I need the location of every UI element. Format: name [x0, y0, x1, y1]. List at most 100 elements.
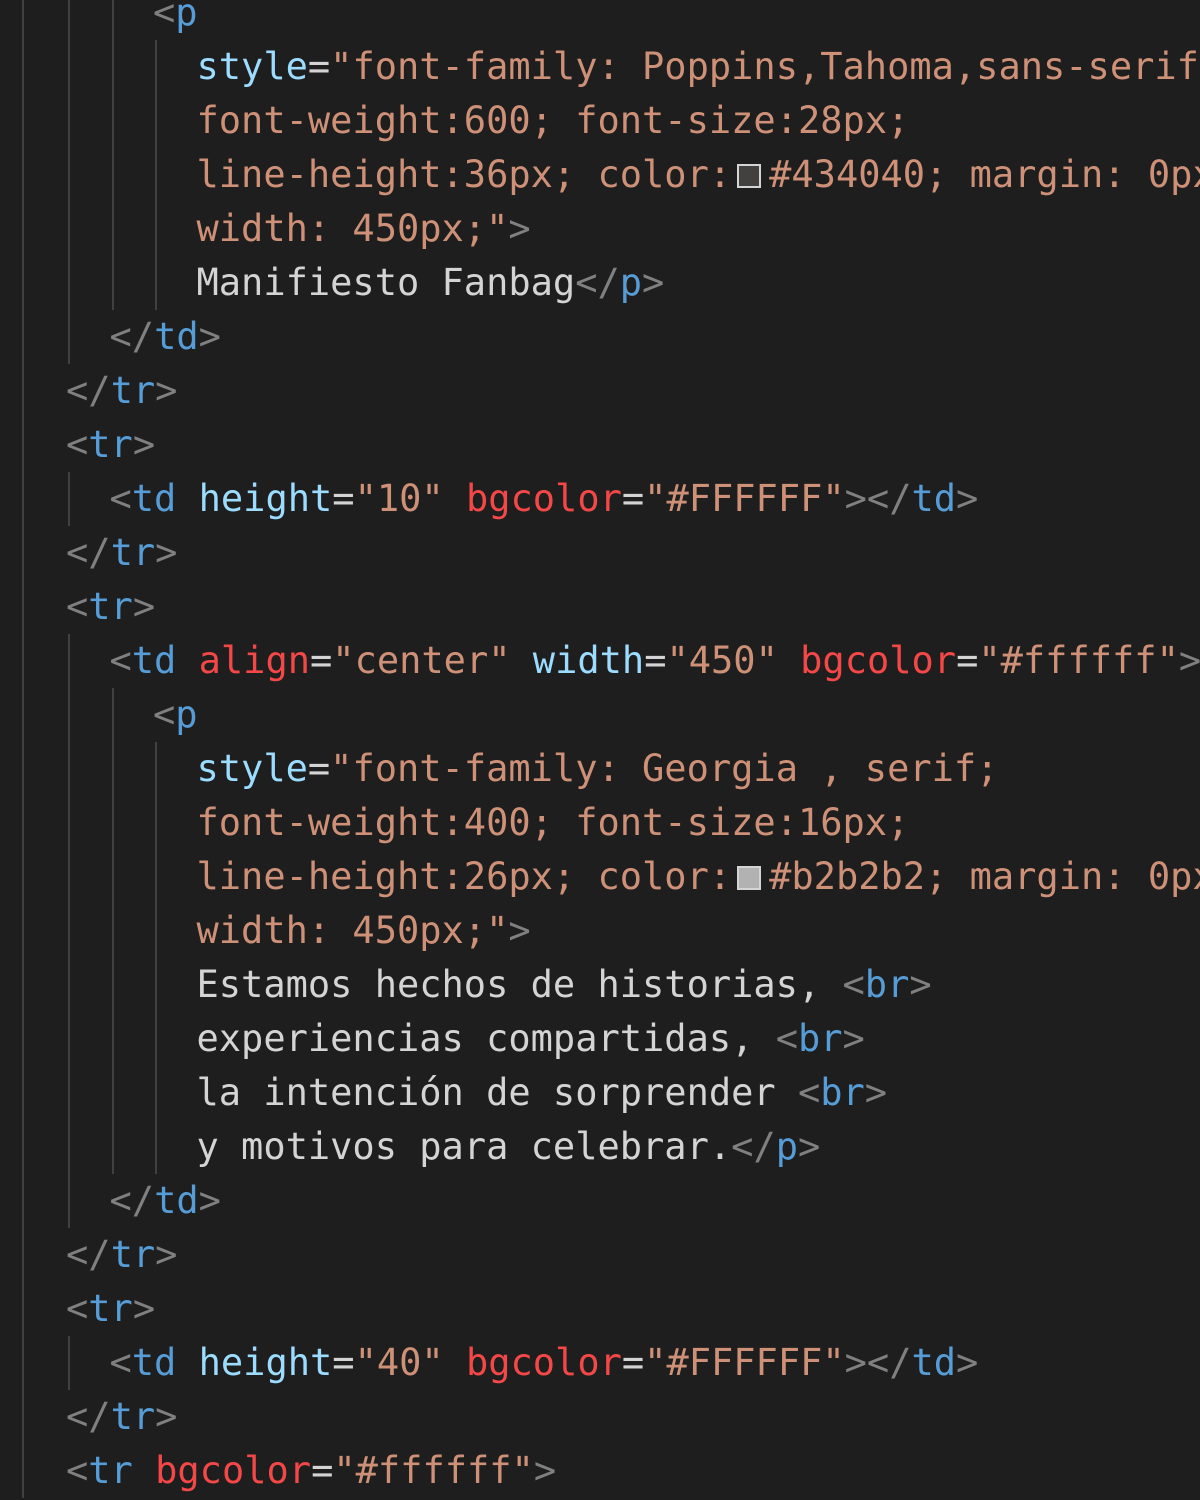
- code-token-text: =: [956, 639, 979, 682]
- code-token-attr: style: [196, 45, 308, 88]
- code-token-tag: p: [619, 261, 643, 304]
- code-token-tag: tr: [110, 1395, 156, 1438]
- code-token-punct: </: [66, 1233, 111, 1276]
- code-token-punct: >: [198, 1179, 221, 1222]
- code-token-text: =: [310, 639, 333, 682]
- code-token-punct: </: [66, 369, 111, 412]
- code-line[interactable]: width: 450px;">: [197, 202, 531, 256]
- code-token-attr-red: bgcolor: [465, 477, 622, 520]
- code-token-punct: <: [66, 1287, 89, 1330]
- code-token-tag: td: [154, 315, 199, 358]
- indent-guide: [68, 472, 70, 526]
- code-token-tag: br: [864, 963, 910, 1006]
- code-token-string: "font-family: Poppins,Tahoma,sans-serif;: [330, 45, 1200, 88]
- code-token-string: "#ffffff": [978, 639, 1179, 682]
- indent-guide: [111, 0, 114, 310]
- code-line[interactable]: <td align="center" width="450" bgcolor="…: [110, 634, 1200, 688]
- code-token-punct: >: [642, 261, 665, 304]
- code-line[interactable]: y motivos para celebrar.</p>: [197, 1120, 821, 1174]
- code-token-tag: tr: [110, 369, 156, 412]
- code-line[interactable]: </tr>: [66, 1390, 177, 1444]
- code-line[interactable]: <tr>: [66, 418, 155, 472]
- code-token-string: "#FFFFFF": [644, 1341, 845, 1384]
- code-line[interactable]: line-height:26px; color: #b2b2b2; margin:…: [197, 850, 1200, 904]
- code-token-tag: td: [131, 477, 177, 520]
- code-token-punct: >: [155, 531, 178, 574]
- code-token-punct: >: [132, 585, 156, 628]
- code-token-punct: <: [153, 693, 176, 736]
- code-line[interactable]: <td height="40" bgcolor="#FFFFFF"></td>: [110, 1336, 979, 1390]
- code-token-text: =: [332, 477, 355, 520]
- code-token-string: width: 450px;": [196, 207, 509, 250]
- code-token-text: Manifiesto Fanbag: [196, 261, 576, 304]
- code-token-string: "10": [354, 477, 444, 520]
- code-token-punct: >: [155, 1395, 178, 1438]
- code-line[interactable]: Manifiesto Fanbag</p>: [197, 256, 665, 310]
- code-line[interactable]: <tr>: [66, 1282, 155, 1336]
- code-line[interactable]: font-weight:600; font-size:28px;: [197, 94, 910, 148]
- code-token-punct: <: [66, 423, 89, 466]
- code-token-string: line-height:36px; color:: [196, 153, 732, 196]
- code-token-punct: <: [109, 639, 132, 682]
- code-token-string: line-height:26px; color:: [196, 855, 732, 898]
- code-token-punct: >: [864, 1071, 888, 1114]
- code-line[interactable]: style="font-family: Georgia , serif;: [197, 742, 999, 796]
- code-token-punct: <: [109, 1341, 132, 1384]
- code-token-punct: </: [66, 1395, 111, 1438]
- code-line[interactable]: </tr>: [66, 526, 177, 580]
- code-token-text: =: [621, 1341, 645, 1384]
- code-line[interactable]: style="font-family: Poppins,Tahoma,sans-…: [197, 40, 1200, 94]
- code-token-punct: ></: [844, 1341, 912, 1384]
- code-line[interactable]: </tr>: [66, 364, 177, 418]
- code-token-punct: <: [109, 477, 132, 520]
- code-line[interactable]: la intención de sorprender <br>: [197, 1066, 888, 1120]
- code-token-punct: >: [797, 1125, 821, 1168]
- code-token-tag: p: [175, 0, 198, 34]
- code-token-text: experiencias compartidas,: [196, 1017, 776, 1060]
- code-line[interactable]: <tr bgcolor="#ffffff">: [66, 1444, 556, 1498]
- indent-guide: [22, 0, 24, 1498]
- code-line[interactable]: line-height:36px; color: #434040; margin:…: [197, 148, 1200, 202]
- code-line[interactable]: </td>: [110, 310, 221, 364]
- code-token-tag: br: [797, 1017, 843, 1060]
- code-token-punct: >: [956, 477, 979, 520]
- code-token-text: =: [621, 477, 645, 520]
- indent-guide: [68, 634, 70, 1228]
- code-token-tag: tr: [88, 1287, 133, 1330]
- code-token-string: "center": [332, 639, 511, 682]
- code-token-attr-red: bgcolor: [800, 639, 957, 682]
- code-token-punct: </: [109, 315, 155, 358]
- code-line[interactable]: experiencias compartidas, <br>: [197, 1012, 865, 1066]
- color-swatch-icon[interactable]: [737, 164, 762, 188]
- code-line[interactable]: </td>: [110, 1174, 221, 1228]
- code-token-tag: td: [911, 1341, 957, 1384]
- code-line[interactable]: Estamos hechos de historias, <br>: [197, 958, 932, 1012]
- code-line[interactable]: font-weight:400; font-size:16px;: [197, 796, 910, 850]
- code-token-text: =: [644, 639, 667, 682]
- code-token-text: =: [311, 1449, 334, 1492]
- code-token-text: =: [307, 45, 331, 88]
- code-token-string: font-weight:600; font-size:28px;: [196, 99, 910, 142]
- code-line[interactable]: <td height="10" bgcolor="#FFFFFF"></td>: [110, 472, 979, 526]
- code-token-text: =: [332, 1341, 355, 1384]
- code-line[interactable]: <tr>: [66, 580, 155, 634]
- indent-guide: [111, 688, 114, 1174]
- code-line[interactable]: </tr>: [66, 1228, 177, 1282]
- code-token-punct: </: [575, 261, 620, 304]
- code-token-punct: >: [909, 963, 932, 1006]
- code-line[interactable]: <p: [153, 0, 198, 40]
- code-editor[interactable]: <p style="font-family: Poppins,Tahoma,san…: [0, 0, 1200, 1500]
- code-token-punct: >: [842, 1017, 865, 1060]
- code-token-text: la intención de sorprender: [196, 1071, 798, 1114]
- code-token-punct: <: [66, 585, 89, 628]
- code-token-tag: p: [775, 1125, 798, 1168]
- code-line[interactable]: width: 450px;">: [197, 904, 531, 958]
- code-line[interactable]: <p: [153, 688, 198, 742]
- code-token-punct: >: [1178, 639, 1200, 682]
- code-token-punct: >: [155, 369, 178, 412]
- code-token-text: =: [307, 747, 331, 790]
- color-swatch-icon[interactable]: [737, 866, 762, 890]
